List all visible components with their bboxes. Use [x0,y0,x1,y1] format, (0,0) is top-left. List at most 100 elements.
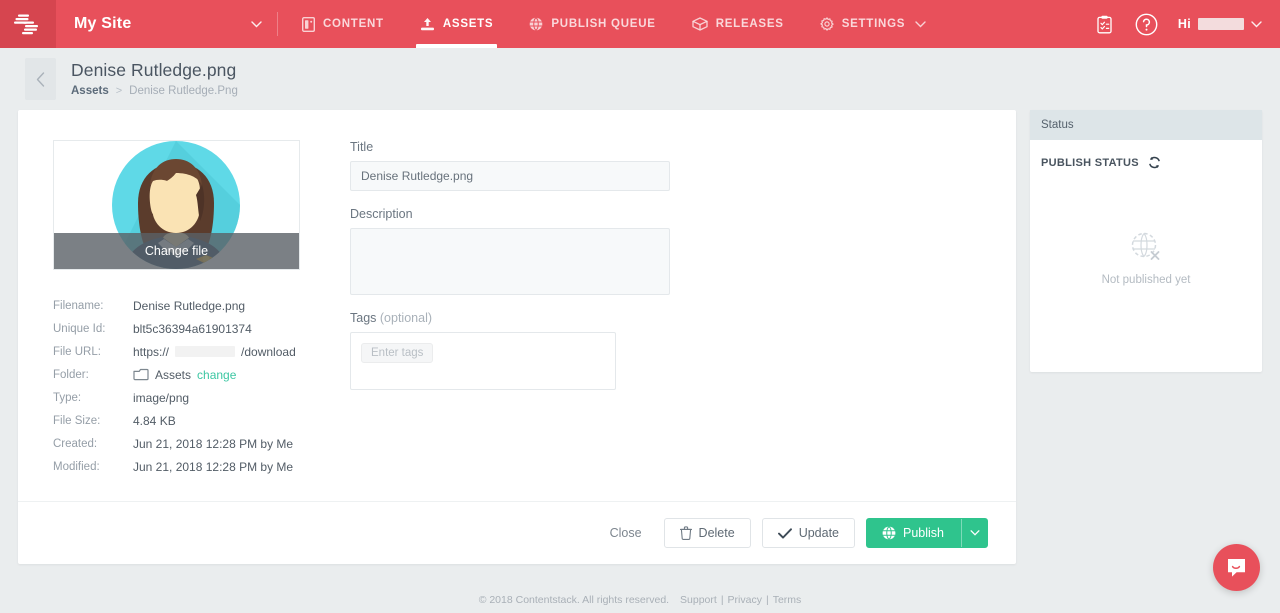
user-name-redacted [1198,18,1244,30]
metadata-value: blt5c36394a61901374 [133,321,252,336]
metadata-label: Created: [53,437,98,450]
refresh-icon[interactable] [1148,156,1161,169]
metadata-label: Unique Id: [53,322,106,335]
chevron-down-icon [915,20,926,27]
publish-dropdown-toggle[interactable] [961,519,987,547]
user-greeting: Hi [1177,17,1191,31]
publish-button[interactable]: Publish [866,518,988,548]
status-panel: Status PUBLISH STATUS Not published yet [1030,110,1262,372]
chevron-down-icon [251,20,262,27]
box-icon [692,17,708,31]
top-navigation-bar: My Site CONTENT ASSETS PUBLISH QUEUE REL… [0,0,1280,48]
chat-launcher-button[interactable] [1213,544,1260,591]
site-name: My Site [74,15,132,32]
asset-preview-column: Change file Filename: Denise Rutledge.pn… [18,140,308,501]
back-button[interactable] [25,58,56,100]
publish-button-label: Publish [903,526,944,540]
page-title-block: Denise Rutledge.png Assets > Denise Rutl… [71,58,238,97]
nav-tab-settings[interactable]: SETTINGS [802,0,945,48]
delete-button[interactable]: Delete [663,518,751,548]
metadata-value-url[interactable]: https:// /download [133,345,296,359]
contentstack-logo[interactable] [0,0,56,48]
nav-tab-assets[interactable]: ASSETS [402,0,512,48]
asset-actions-bar: Close Delete Update Publish [18,501,1016,564]
asset-preview[interactable]: Change file [53,140,300,270]
close-button[interactable]: Close [599,518,653,548]
breadcrumb: Assets > Denise Rutledge.Png [71,85,238,97]
page-subheader: Denise Rutledge.png Assets > Denise Rutl… [0,48,1280,143]
clipboard-checklist-icon [1097,15,1113,33]
footer-separator: | [720,594,724,606]
publish-status-empty-state: Not published yet [1030,169,1262,372]
metadata-value: 4.84 KB [133,413,176,428]
delete-button-label: Delete [698,526,735,540]
update-button-label: Update [798,526,839,540]
chevron-left-icon [36,71,45,87]
nav-tab-releases[interactable]: RELEASES [674,0,802,48]
metadata-row-created: Created: Jun 21, 2018 12:28 PM by Me [53,432,308,455]
metadata-row-folder: Folder: Assets change [53,363,308,386]
footer-copyright: © 2018 Contentstack. All rights reserved… [478,594,670,606]
metadata-value: image/png [133,390,190,405]
tags-label-text: Tags [350,311,377,325]
metadata-label: Modified: [53,460,100,473]
metadata-value: Jun 21, 2018 12:28 PM by Me [133,436,294,451]
metadata-label: File Size: [53,414,101,427]
status-panel-header: Status [1030,110,1262,140]
footer-link-terms[interactable]: Terms [773,594,802,606]
metadata-value: Jun 21, 2018 12:28 PM by Me [133,459,294,474]
publish-status-row: PUBLISH STATUS [1030,140,1262,169]
breadcrumb-current: Denise Rutledge.Png [129,85,238,97]
nav-tab-publish-queue[interactable]: PUBLISH QUEUE [511,0,673,48]
content-icon [302,16,315,32]
nav-tab-content[interactable]: CONTENT [284,0,402,48]
tags-field-group: Tags (optional) Enter tags [350,311,992,390]
file-url-redacted [175,346,236,357]
globe-not-published-icon [1131,232,1160,260]
clipboard-button[interactable] [1084,0,1126,48]
change-file-label[interactable]: Change file [54,233,299,269]
trash-icon [679,526,692,540]
description-input[interactable] [350,228,670,295]
footer-link-support[interactable]: Support [680,594,717,606]
asset-form-column: Title Denise Rutledge.png Description Ta… [308,140,1016,501]
metadata-label: Filename: [53,299,104,312]
file-url-suffix: /download [241,344,296,359]
nav-tab-settings-label: SETTINGS [841,18,906,30]
contentstack-logo-icon [14,14,38,35]
title-input[interactable]: Denise Rutledge.png [350,161,670,191]
tags-input[interactable]: Enter tags [350,332,616,390]
breadcrumb-assets[interactable]: Assets [71,85,109,97]
tags-placeholder: Enter tags [361,343,434,363]
footer-separator: | [765,594,769,606]
update-button[interactable]: Update [761,518,855,548]
title-label: Title [350,140,374,154]
globe-icon [530,17,543,31]
nav-right-actions: Hi [1084,0,1280,48]
metadata-label: File URL: [53,345,101,358]
chevron-down-icon [970,530,979,536]
asset-detail-card: Change file Filename: Denise Rutledge.pn… [18,110,1016,564]
footer-link-privacy[interactable]: Privacy [728,594,762,606]
tags-label: Tags (optional) [350,311,992,325]
description-label: Description [350,207,413,221]
nav-tab-content-label: CONTENT [323,18,384,30]
description-field-group: Description [350,207,992,295]
asset-detail-body: Change file Filename: Denise Rutledge.pn… [18,110,1016,501]
metadata-row-type: Type: image/png [53,386,308,409]
check-icon [777,527,792,539]
user-menu[interactable]: Hi [1168,17,1266,31]
page-content: Change file Filename: Denise Rutledge.pn… [0,110,1280,564]
help-button[interactable] [1126,0,1168,48]
publish-status-empty-text: Not published yet [1101,273,1191,286]
metadata-value: Denise Rutledge.png [133,298,246,313]
asset-metadata-list: Filename: Denise Rutledge.png Unique Id:… [53,294,308,478]
change-folder-link[interactable]: change [197,368,236,382]
metadata-row-unique-id: Unique Id: blt5c36394a61901374 [53,317,308,340]
main-nav-tabs: CONTENT ASSETS PUBLISH QUEUE RELEASES SE… [284,0,944,48]
assets-upload-icon [420,17,434,30]
gear-icon [819,17,834,31]
page-title: Denise Rutledge.png [71,60,237,80]
nav-tab-publish-queue-label: PUBLISH QUEUE [551,18,656,30]
site-selector[interactable]: My Site [56,0,278,48]
